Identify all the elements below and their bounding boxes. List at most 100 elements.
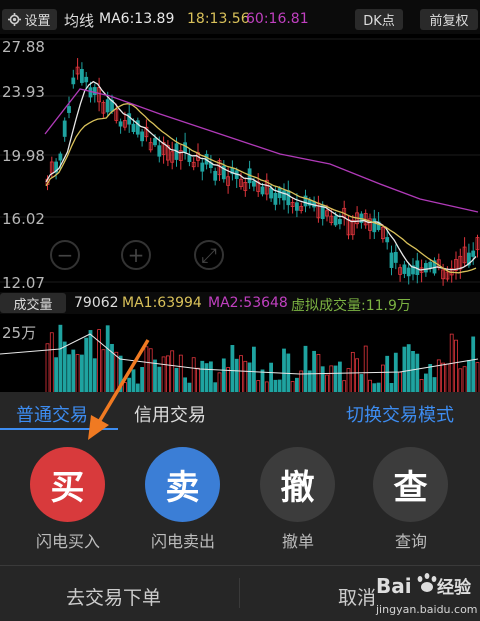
settings-label: 设置 xyxy=(24,14,51,29)
settings-button[interactable]: 设置 xyxy=(2,9,57,30)
candle xyxy=(62,120,67,137)
volume-bar xyxy=(337,361,342,394)
candle xyxy=(372,218,377,233)
volume-ma1: MA1:63994 xyxy=(122,295,202,311)
volume-bar xyxy=(380,364,385,394)
candle xyxy=(153,138,157,146)
ma-title: 均线 xyxy=(64,12,95,30)
volume-bar xyxy=(393,352,398,394)
query-button[interactable]: 查 xyxy=(373,447,448,522)
volume-bar xyxy=(174,367,179,394)
volume-bar xyxy=(234,358,239,394)
volume-bar xyxy=(406,344,411,394)
candle xyxy=(183,142,188,153)
volume-bar xyxy=(411,351,415,394)
volume-bar xyxy=(208,361,213,394)
candle xyxy=(389,252,394,268)
switch-mode-link[interactable]: 切换交易模式 xyxy=(346,401,454,427)
divider-vertical xyxy=(239,578,240,608)
gear-icon xyxy=(8,13,22,26)
volume-bar xyxy=(402,346,407,394)
svg-text:经验: 经验 xyxy=(437,577,472,598)
candle xyxy=(273,192,278,205)
tutorial-arrow-icon xyxy=(88,339,150,440)
volume-bar xyxy=(75,354,80,394)
candle xyxy=(393,251,398,263)
goto-order-button[interactable]: 去交易下单 xyxy=(66,583,161,610)
candle xyxy=(213,170,218,181)
candle xyxy=(251,180,256,187)
volume-bar xyxy=(178,354,183,394)
volume-bar xyxy=(454,339,458,394)
candle xyxy=(187,154,192,163)
ma18-value: 18:13.56 xyxy=(187,11,250,27)
candle xyxy=(58,153,63,161)
ma60-value: 60:16.81 xyxy=(246,11,309,27)
flash-sell-button[interactable]: 卖 xyxy=(145,447,220,522)
volume-bar xyxy=(191,357,196,394)
candle xyxy=(105,99,110,113)
flash-buy-button[interactable]: 买 xyxy=(30,447,105,522)
volume-bar xyxy=(45,343,50,394)
volume-bar xyxy=(329,365,334,394)
volume-bar xyxy=(204,363,209,394)
candle xyxy=(406,267,411,277)
volume-bar xyxy=(260,369,265,394)
tab-normal-trade[interactable]: 普通交易 xyxy=(16,401,88,427)
volume-chart[interactable] xyxy=(0,314,480,394)
candle xyxy=(92,87,97,96)
volume-bar xyxy=(346,368,351,394)
volume-bar xyxy=(71,349,76,394)
volume-bar xyxy=(445,363,450,394)
volume-bar xyxy=(226,367,231,394)
volume-bar xyxy=(67,354,71,394)
price-tick-3: 19.98 xyxy=(2,147,45,165)
candle xyxy=(385,237,390,243)
candle xyxy=(131,123,136,132)
volume-bar xyxy=(415,353,420,394)
flash-sell-label: 闪电卖出 xyxy=(150,532,215,551)
volume-value: 79062 xyxy=(74,295,119,311)
volume-bar xyxy=(54,357,58,394)
cancel-order-button[interactable]: 撤 xyxy=(260,447,335,522)
candle xyxy=(294,202,299,211)
candle xyxy=(88,87,93,98)
volume-bar xyxy=(239,355,243,394)
candle xyxy=(471,250,476,257)
cancel-order-label: 撤单 xyxy=(281,532,314,551)
volume-bar xyxy=(221,358,226,394)
volume-bar xyxy=(62,341,67,394)
candle xyxy=(118,121,123,127)
volume-bar xyxy=(303,345,308,394)
watermark-url: jingyan.baidu.com xyxy=(375,603,478,616)
dk-point-button[interactable]: DK点 xyxy=(355,9,403,30)
volume-bar xyxy=(170,350,175,394)
candle xyxy=(157,145,162,157)
candle xyxy=(80,69,84,83)
forward-adjust-button[interactable]: 前复权 xyxy=(420,9,478,30)
candle xyxy=(269,187,274,199)
volume-bar xyxy=(398,371,403,394)
candle xyxy=(71,77,76,85)
volume-bar xyxy=(428,364,433,394)
candle xyxy=(423,263,428,273)
volume-bar xyxy=(471,336,476,394)
candle xyxy=(200,162,205,172)
virtual-volume: 虚拟成交量:11.9万 xyxy=(291,298,411,314)
candle xyxy=(140,131,145,142)
zoom-out-icon[interactable]: − xyxy=(50,240,80,270)
candle xyxy=(428,261,433,269)
volume-bar xyxy=(217,372,222,394)
candle xyxy=(333,215,338,226)
volume-bar xyxy=(385,355,390,394)
candle xyxy=(84,76,89,83)
volume-indicator-button[interactable]: 成交量 xyxy=(0,293,66,313)
volume-bar xyxy=(466,360,471,394)
zoom-in-icon[interactable]: + xyxy=(121,240,151,270)
volume-bar xyxy=(333,365,338,394)
cancel-button[interactable]: 取消 xyxy=(338,583,376,610)
candle xyxy=(337,219,342,225)
divider xyxy=(0,565,480,566)
volume-bar xyxy=(458,368,463,394)
fullscreen-icon[interactable]: ⤢ xyxy=(194,240,224,270)
